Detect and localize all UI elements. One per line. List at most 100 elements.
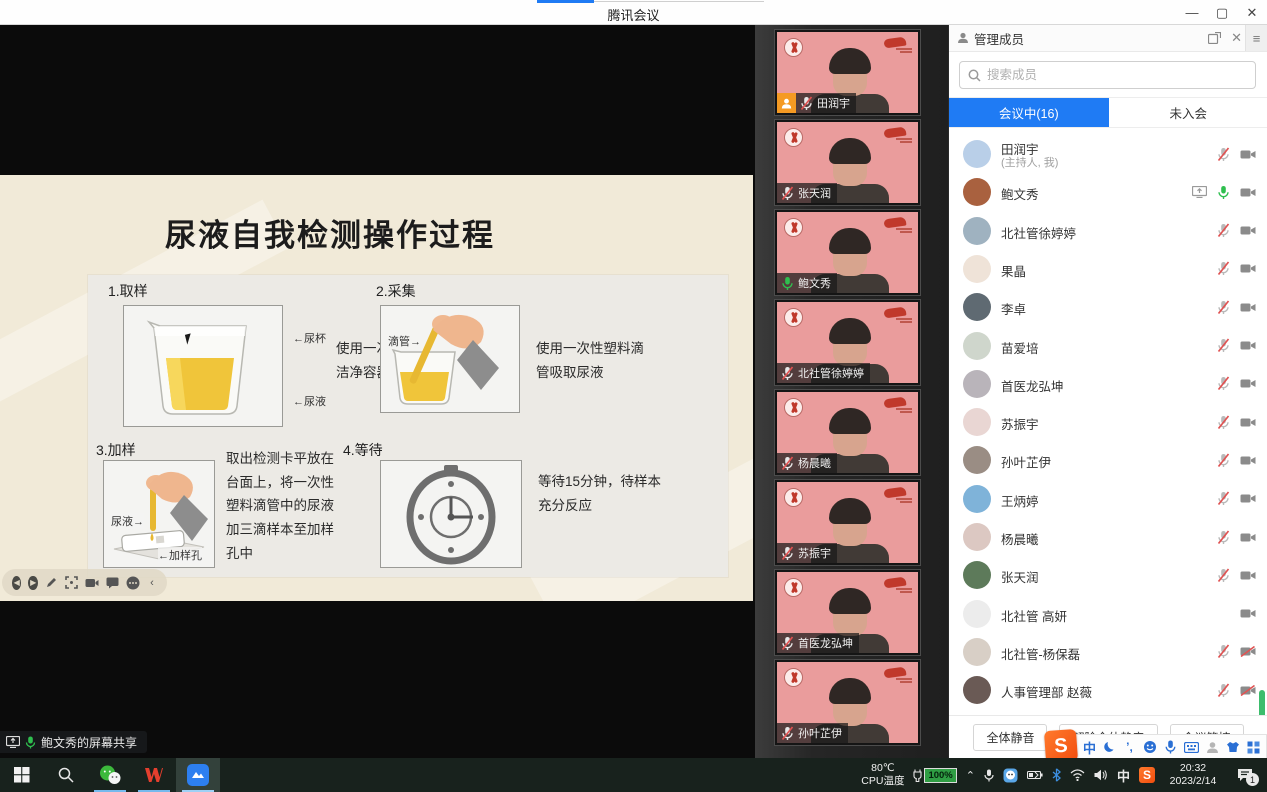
mic-muted-icon[interactable] (1217, 300, 1230, 315)
mic-muted-icon[interactable] (1217, 683, 1230, 698)
mute-all-button[interactable]: 全体静音 (973, 724, 1047, 751)
start-button[interactable] (0, 758, 44, 792)
collapse-toolbar-icon[interactable]: ‹ (147, 575, 157, 590)
tray-ime-lang[interactable]: 中 (1117, 766, 1130, 785)
camera-off-slash-icon[interactable] (1240, 646, 1256, 657)
tab-not-joined[interactable]: 未入会 (1109, 98, 1267, 127)
member-row[interactable]: 苏振宇 (949, 403, 1267, 441)
camera-off-icon[interactable] (1240, 149, 1256, 160)
prev-slide-icon[interactable]: ◀ (12, 576, 21, 590)
ime-skin-icon[interactable] (1226, 739, 1240, 755)
member-row[interactable]: 首医龙弘坤 (949, 365, 1267, 403)
tray-wifi-icon[interactable] (1070, 769, 1085, 781)
tray-tim-icon[interactable] (1003, 768, 1018, 783)
camera-off-icon[interactable] (1240, 302, 1256, 313)
ime-keyboard-icon[interactable] (1184, 739, 1199, 755)
video-tile[interactable]: 苏振宇 (775, 480, 920, 565)
taskbar-search-button[interactable] (44, 758, 88, 792)
tray-sogou-icon[interactable]: S (1139, 767, 1155, 783)
mic-muted-icon[interactable] (1217, 261, 1230, 276)
pencil-annotate-icon[interactable] (45, 575, 58, 590)
video-tile[interactable]: 杨晨曦 (775, 390, 920, 475)
member-row[interactable]: 王炳婷 (949, 480, 1267, 518)
video-tile[interactable]: 首医龙弘坤 (775, 570, 920, 655)
camera-off-slash-icon[interactable] (1240, 685, 1256, 696)
battery-status[interactable]: 100% (913, 768, 956, 783)
avatar (963, 600, 991, 628)
tray-mic-icon[interactable] (984, 769, 994, 782)
close-button[interactable]: ✕ (1237, 0, 1267, 25)
chat-icon[interactable] (106, 575, 119, 590)
tray-volume-icon[interactable] (1094, 769, 1108, 781)
member-row[interactable]: 孙叶芷伊 (949, 441, 1267, 479)
member-row[interactable]: 果晶 (949, 250, 1267, 288)
mic-muted-icon[interactable] (1217, 568, 1230, 583)
member-row[interactable]: 苗爱培 (949, 327, 1267, 365)
camera-off-icon[interactable] (1240, 187, 1256, 198)
camera-off-icon[interactable] (1240, 225, 1256, 236)
camera-off-icon[interactable] (1240, 417, 1256, 428)
clock[interactable]: 20:32 2023/2/14 (1164, 762, 1222, 788)
mic-muted-icon[interactable] (1217, 223, 1230, 238)
ime-account-icon[interactable] (1206, 739, 1219, 755)
more-options-icon[interactable] (126, 575, 140, 590)
tencent-meeting-taskbar-icon[interactable] (176, 758, 220, 792)
panel-menu-button[interactable]: ≡ (1245, 25, 1267, 51)
ime-moon-icon[interactable] (1103, 739, 1116, 755)
video-tile[interactable]: 田润宇 (775, 30, 920, 115)
maximize-button[interactable]: ▢ (1207, 0, 1237, 25)
camera-off-icon[interactable] (1240, 455, 1256, 466)
member-row[interactable]: 李卓 (949, 288, 1267, 326)
video-tile[interactable]: 张天润 (775, 120, 920, 205)
mic-muted-icon[interactable] (1217, 644, 1230, 659)
wps-taskbar-icon[interactable] (132, 758, 176, 792)
camera-off-icon[interactable] (1240, 263, 1256, 274)
mic-muted-icon[interactable] (1217, 491, 1230, 506)
camera-icon[interactable] (85, 575, 99, 590)
video-tile[interactable]: 孙叶芷伊 (775, 660, 920, 745)
mic-muted-icon[interactable] (1217, 147, 1230, 162)
camera-off-icon[interactable] (1240, 340, 1256, 351)
minimize-button[interactable]: — (1177, 0, 1207, 25)
member-row[interactable]: 北社管-杨保磊 (949, 633, 1267, 671)
camera-off-icon[interactable] (1240, 378, 1256, 389)
camera-off-icon[interactable] (1240, 608, 1256, 619)
search-input[interactable] (987, 68, 1247, 82)
member-row[interactable]: 杨晨曦 (949, 518, 1267, 556)
mic-muted-icon[interactable] (1217, 453, 1230, 468)
ime-toolbox-icon[interactable] (1247, 739, 1260, 755)
member-row[interactable]: 北社管 高妍 (949, 595, 1267, 633)
next-slide-icon[interactable]: ▶ (28, 576, 37, 590)
camera-off-icon[interactable] (1240, 493, 1256, 504)
mic-muted-icon (800, 96, 813, 111)
ribbon-seal-logo (784, 218, 803, 237)
mic-muted-icon[interactable] (1217, 415, 1230, 430)
mic-muted-icon[interactable] (1217, 376, 1230, 391)
camera-off-icon[interactable] (1240, 532, 1256, 543)
ime-mic-icon[interactable] (1164, 739, 1177, 755)
member-row[interactable]: 北社管徐婷婷 (949, 212, 1267, 250)
action-center-icon[interactable]: 1 (1237, 768, 1253, 782)
wechat-taskbar-icon[interactable] (88, 758, 132, 792)
camera-off-icon[interactable] (1240, 570, 1256, 581)
video-tile[interactable]: 北社管徐婷婷 (775, 300, 920, 385)
tray-bluetooth-icon[interactable] (1052, 768, 1061, 782)
video-tile[interactable]: 鲍文秀 (775, 210, 920, 295)
member-row[interactable]: 人事管理部 赵薇 (949, 671, 1267, 709)
tray-battery-icon[interactable] (1027, 770, 1043, 780)
ime-emoji-icon[interactable] (1143, 739, 1157, 755)
ime-chinese-mode-icon[interactable]: 中 (1083, 739, 1096, 755)
tray-expand-icon[interactable]: ⌃ (966, 769, 975, 782)
mic-muted-icon[interactable] (1217, 530, 1230, 545)
focus-frame-icon[interactable] (65, 575, 78, 590)
ime-punctuation-icon[interactable]: ’, (1123, 739, 1136, 755)
member-search-box[interactable] (959, 61, 1256, 89)
member-row[interactable]: 田润宇 (主持人, 我) (949, 135, 1267, 173)
popout-panel-icon[interactable] (1208, 32, 1221, 44)
close-panel-icon[interactable]: ✕ (1231, 30, 1242, 46)
tab-in-meeting[interactable]: 会议中(16) (949, 98, 1109, 127)
member-row[interactable]: 鲍文秀 (949, 173, 1267, 211)
mic-muted-icon[interactable] (1217, 338, 1230, 353)
mic-on-icon[interactable] (1217, 185, 1230, 200)
member-row[interactable]: 张天润 (949, 556, 1267, 594)
